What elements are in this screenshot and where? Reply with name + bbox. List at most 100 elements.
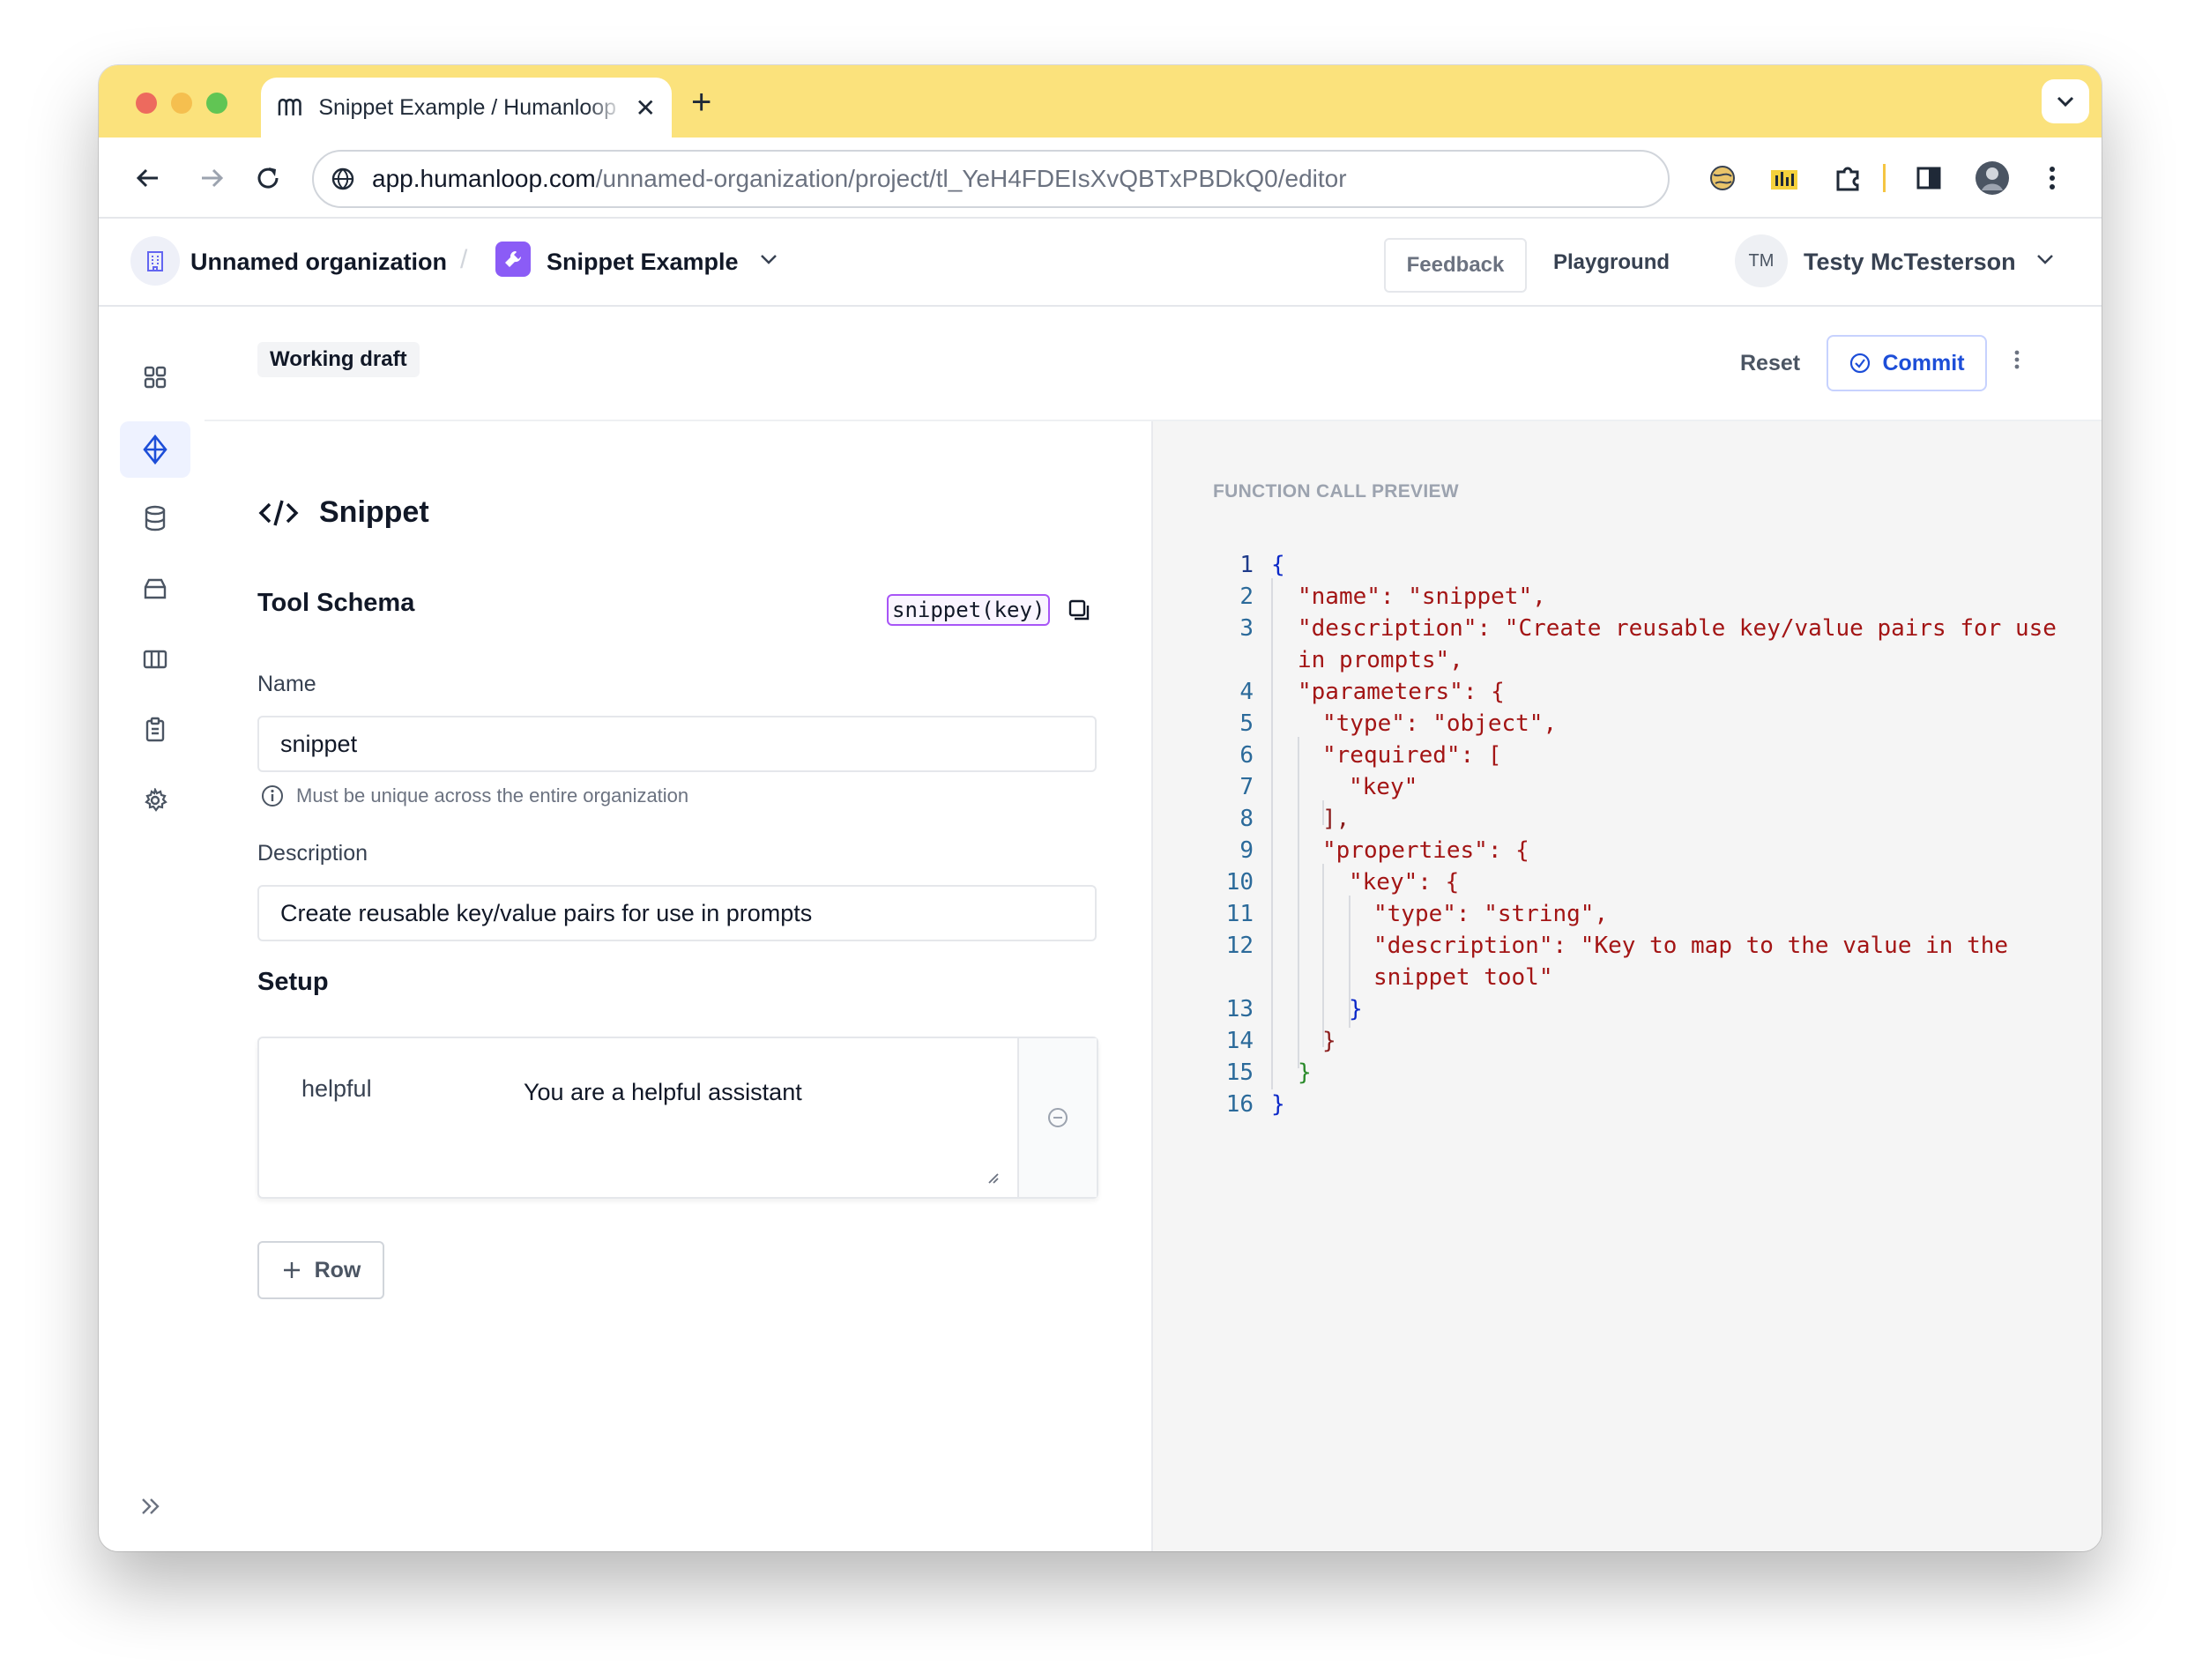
name-hint: Must be unique across the entire organiz…: [261, 784, 688, 807]
setup-heading: Setup: [257, 968, 329, 996]
humanloop-logo-icon: [278, 98, 301, 115]
code-line: 15 }: [1225, 1059, 1312, 1086]
profile-button[interactable]: [1975, 160, 2010, 196]
gear-icon: [145, 788, 167, 812]
browser-tab[interactable]: Snippet Example / Humanloop ✕: [261, 78, 672, 138]
function-call-preview: FUNCTION CALL PREVIEW 1 { 2 "name": "sni…: [1151, 421, 2102, 1551]
info-icon: [262, 785, 283, 807]
tab-title: Snippet Example / Humanloop: [318, 94, 617, 120]
name-input[interactable]: [257, 716, 1097, 772]
reload-button[interactable]: [250, 160, 286, 196]
project-icon: [495, 242, 531, 277]
project-name[interactable]: Snippet Example: [547, 249, 739, 276]
chevron-down-icon: [2057, 96, 2074, 108]
forward-arrow-icon: [202, 168, 224, 188]
code-line: 11 "type": "string",: [1225, 901, 1609, 927]
browser-toolbar: app.humanloop.com/unnamed-organization/p…: [99, 138, 2102, 219]
code-line: 9 "properties": {: [1239, 837, 1529, 864]
forward-button[interactable]: [194, 160, 229, 196]
wrench-icon: [505, 250, 522, 267]
description-input[interactable]: [257, 885, 1097, 941]
expand-sidebar-icon[interactable]: [138, 1493, 164, 1520]
sidebar-item-editor[interactable]: [120, 421, 190, 478]
kebab-icon: [2050, 167, 2055, 190]
code-line: 13 }: [1225, 996, 1363, 1022]
code-line: 2 "name": "snippet",: [1239, 584, 1546, 610]
reset-button[interactable]: Reset: [1740, 351, 1800, 376]
extension-chart-button[interactable]: [1767, 160, 1802, 196]
tool-schema-heading: Tool Schema: [257, 589, 415, 617]
chevron-down-icon[interactable]: [758, 249, 779, 270]
setup-row: helpful You are a helpful assistant: [257, 1037, 1098, 1199]
extension-icon: [1710, 166, 1735, 190]
playground-link[interactable]: Playground: [1553, 250, 1670, 275]
address-bar[interactable]: app.humanloop.com/unnamed-organization/p…: [312, 150, 1670, 208]
preview-label: FUNCTION CALL PREVIEW: [1213, 481, 1459, 502]
sidebar-item-evaluations[interactable]: [120, 702, 190, 758]
site-info-icon[interactable]: [330, 166, 356, 192]
columns-icon: [143, 650, 167, 669]
url-text: app.humanloop.com/unnamed-organization/p…: [372, 165, 1347, 192]
code-line: in prompts",: [1298, 647, 1463, 673]
sidebar-item-settings[interactable]: [120, 772, 190, 829]
code-line: 1 {: [1239, 552, 1285, 578]
sidebar-item-dashboard[interactable]: [120, 349, 190, 405]
diamond-icon: [143, 435, 167, 465]
puzzle-icon: [1836, 167, 1859, 191]
feedback-button[interactable]: Feedback: [1384, 238, 1527, 293]
tab-search-button[interactable]: [2042, 79, 2089, 123]
org-avatar[interactable]: [130, 236, 180, 286]
extension-globe-button[interactable]: [1705, 160, 1740, 196]
setup-value-textarea[interactable]: You are a helpful assistant: [524, 1079, 802, 1106]
description-label: Description: [257, 841, 368, 866]
minimize-window-button[interactable]: [171, 93, 192, 114]
code-line: 10 "key": {: [1225, 869, 1460, 896]
signature-chip: snippet(key): [887, 594, 1051, 626]
browser-menu-button[interactable]: [2035, 160, 2070, 196]
reload-icon: [257, 167, 279, 189]
code-line: 4 "parameters": {: [1239, 679, 1505, 705]
clipboard-icon: [145, 717, 165, 742]
tab-close-icon[interactable]: ✕: [636, 93, 656, 123]
code-icon: [258, 500, 299, 525]
side-panel-button[interactable]: [1911, 160, 1946, 196]
sidebar-item-data[interactable]: [120, 490, 190, 546]
code-line: 6 "required": [: [1239, 742, 1502, 769]
bar-chart-extension-icon: [1771, 170, 1797, 190]
sidebar-item-columns[interactable]: [120, 631, 190, 688]
close-window-button[interactable]: [136, 93, 157, 114]
more-options-icon[interactable]: [2013, 347, 2020, 372]
back-arrow-icon: [136, 168, 158, 188]
tab-strip: Snippet Example / Humanloop ✕ +: [99, 65, 2102, 138]
extensions-button[interactable]: [1830, 160, 1865, 196]
code-line: 7 "key": [1239, 774, 1418, 800]
user-name[interactable]: Testy McTesterson: [1804, 249, 2016, 276]
add-row-button[interactable]: Row: [257, 1241, 384, 1299]
setup-key-input[interactable]: helpful: [301, 1075, 372, 1103]
working-draft-badge: Working draft: [257, 342, 420, 377]
remove-row-button[interactable]: [1017, 1038, 1097, 1197]
name-label: Name: [257, 672, 316, 696]
sidebar-item-archive[interactable]: [120, 561, 190, 617]
back-button[interactable]: [130, 160, 166, 196]
toolbar-divider: [1883, 164, 1886, 192]
chevron-down-icon[interactable]: [2035, 249, 2056, 270]
code-line: 16 }: [1225, 1091, 1285, 1118]
maximize-window-button[interactable]: [206, 93, 227, 114]
plus-icon: [283, 1262, 300, 1278]
app-header: Unnamed organization / Snippet Example F…: [99, 219, 2102, 307]
page-title: Snippet: [257, 495, 429, 530]
archive-icon: [144, 578, 167, 599]
new-tab-button[interactable]: +: [691, 83, 711, 123]
resize-handle-icon[interactable]: [986, 1171, 1000, 1185]
commit-button[interactable]: Commit: [1827, 335, 1987, 391]
copy-icon[interactable]: [1067, 598, 1091, 622]
code-line: 3 "description": "Create reusable key/va…: [1239, 615, 2057, 642]
building-icon: [147, 251, 163, 271]
code-line: snippet tool": [1373, 964, 1553, 991]
commit-label: Commit: [1882, 350, 1965, 375]
code-line: 8 ],: [1239, 806, 1350, 832]
check-circle-icon: [1850, 353, 1871, 374]
org-name[interactable]: Unnamed organization: [190, 249, 447, 276]
avatar[interactable]: TM: [1735, 234, 1788, 287]
